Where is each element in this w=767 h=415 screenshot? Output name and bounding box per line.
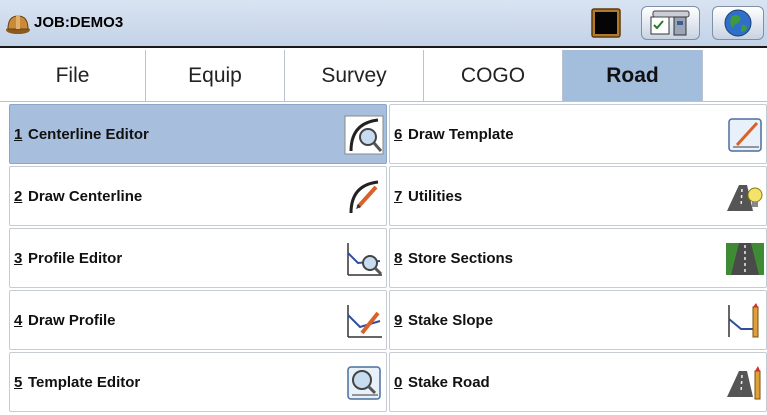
item-number: 1 <box>14 126 23 143</box>
data-screen-icon <box>591 8 621 38</box>
menu-item-template-editor[interactable]: 5 Template Editor <box>9 352 387 412</box>
template-editor-icon <box>347 366 381 400</box>
draw-centerline-icon <box>349 180 379 214</box>
menu-item-draw-profile[interactable]: 4 Draw Profile <box>9 290 387 350</box>
road-utilities-icon <box>727 185 763 211</box>
tab-road[interactable]: Road <box>563 50 703 101</box>
menu-item-draw-centerline[interactable]: 2 Draw Centerline <box>9 166 387 226</box>
item-label: Centerline Editor <box>28 126 149 143</box>
tab-bar: File Equip Survey COGO Road <box>0 50 767 102</box>
item-number: 4 <box>14 312 23 329</box>
centerline-editor-icon <box>344 115 384 155</box>
item-number: 2 <box>14 188 23 205</box>
tab-file[interactable]: File <box>0 50 146 101</box>
menu-item-store-sections[interactable]: 8 Store Sections <box>389 228 767 288</box>
menu-item-profile-editor[interactable]: 3 Profile Editor <box>9 228 387 288</box>
stake-road-icon <box>727 366 761 400</box>
draw-template-icon <box>728 118 762 152</box>
item-number: 0 <box>394 374 403 391</box>
globe-button[interactable] <box>712 6 764 40</box>
tab-cogo-label: COGO <box>460 63 526 87</box>
title-bar: JOB:DEMO3 <box>0 0 767 48</box>
draw-profile-icon <box>347 305 382 338</box>
item-number: 8 <box>394 250 403 267</box>
item-label: Template Editor <box>28 374 141 391</box>
item-label: Store Sections <box>408 250 514 267</box>
tab-equip[interactable]: Equip <box>146 50 285 101</box>
tab-equip-label: Equip <box>188 63 242 87</box>
item-label: Utilities <box>408 188 463 205</box>
tab-survey[interactable]: Survey <box>285 50 424 101</box>
menu-item-stake-road[interactable]: 0 Stake Road <box>389 352 767 412</box>
tab-survey-label: Survey <box>321 63 387 87</box>
item-number: 7 <box>394 188 403 205</box>
profile-editor-icon <box>347 243 383 276</box>
item-label: Profile Editor <box>28 250 123 267</box>
tab-file-label: File <box>55 63 90 87</box>
data-screen-button[interactable] <box>585 6 627 40</box>
road-menu: 1 Centerline Editor 2 Draw Centerline 3 … <box>0 102 767 415</box>
instrument-button[interactable] <box>641 6 700 40</box>
job-title: JOB:DEMO3 <box>34 14 124 31</box>
item-number: 3 <box>14 250 23 267</box>
stake-slope-icon <box>728 303 759 338</box>
menu-item-draw-template[interactable]: 6 Draw Template <box>389 104 767 164</box>
item-label: Draw Template <box>408 126 514 143</box>
item-label: Draw Centerline <box>28 188 143 205</box>
menu-item-centerline-editor[interactable]: 1 Centerline Editor <box>9 104 387 164</box>
item-label: Stake Road <box>408 374 490 391</box>
tab-road-label: Road <box>606 63 659 87</box>
item-label: Stake Slope <box>408 312 494 329</box>
tab-cogo[interactable]: COGO <box>424 50 563 101</box>
hardhat-icon[interactable] <box>5 11 31 35</box>
item-number: 5 <box>14 374 23 391</box>
item-label: Draw Profile <box>28 312 116 329</box>
menu-item-utilities[interactable]: 7 Utilities <box>389 166 767 226</box>
item-number: 6 <box>394 126 403 143</box>
instrument-icon <box>650 10 689 36</box>
globe-icon <box>724 9 752 37</box>
menu-item-stake-slope[interactable]: 9 Stake Slope <box>389 290 767 350</box>
item-number: 9 <box>394 312 403 329</box>
store-sections-icon <box>726 243 764 275</box>
